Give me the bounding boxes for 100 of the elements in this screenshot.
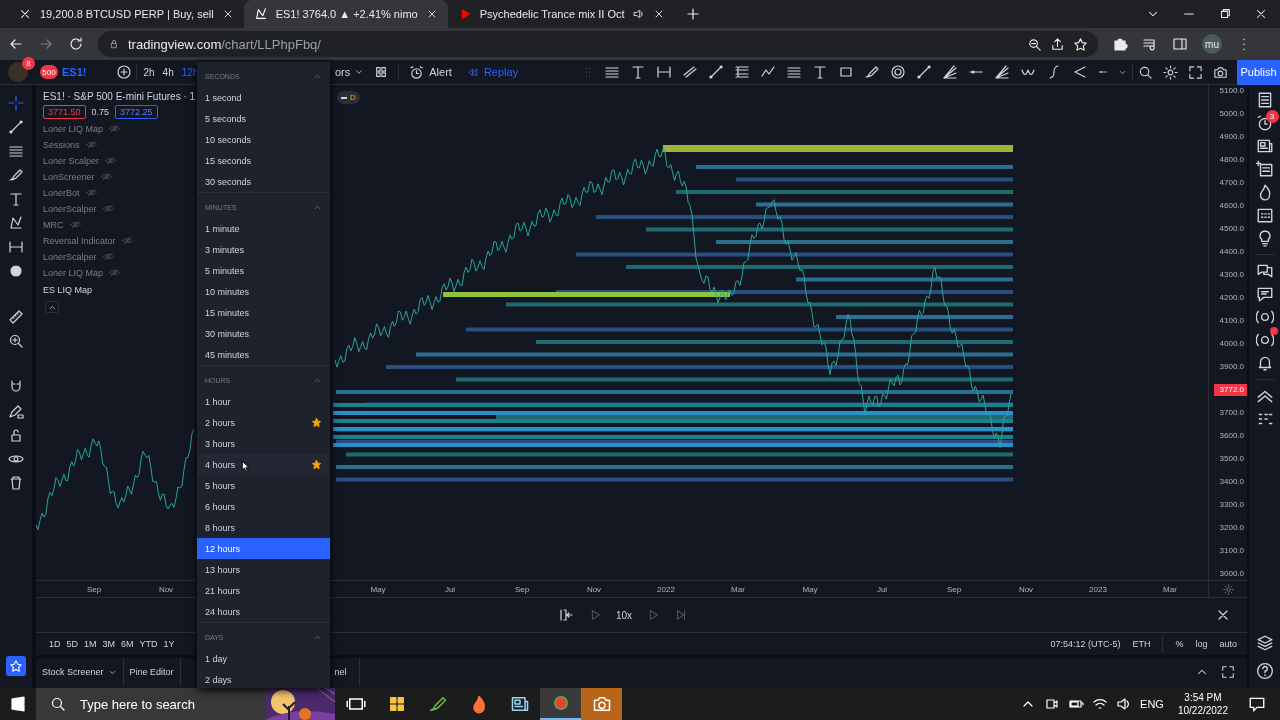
price-label: 4600.0 bbox=[1219, 200, 1245, 212]
price-label: 4500.0 bbox=[1219, 223, 1245, 235]
indicator-name[interactable]: Loner LIQ Map bbox=[43, 267, 104, 278]
time-label: Sep bbox=[945, 584, 963, 594]
menu-item[interactable]: 12 hours bbox=[197, 538, 330, 559]
price-label: 4200.0 bbox=[1219, 292, 1245, 304]
indicator-name[interactable]: MRC bbox=[43, 219, 64, 230]
spread-value: 0.75 bbox=[91, 107, 110, 117]
badge-letter: D bbox=[350, 93, 356, 102]
range-button[interactable]: 5D bbox=[63, 639, 82, 649]
session-button[interactable]: ETH bbox=[1132, 639, 1151, 649]
indicator-name[interactable]: LonerScalper bbox=[43, 203, 97, 214]
menu-item[interactable]: 1 day bbox=[197, 648, 330, 669]
interval-button[interactable]: 2h bbox=[141, 66, 157, 78]
menu-item[interactable]: 2 hours bbox=[197, 412, 330, 433]
sell-price[interactable]: 3771.50 bbox=[43, 105, 86, 119]
menu-item[interactable]: 3 minutes bbox=[197, 239, 330, 260]
indicator-name[interactable]: ES LIQ Map bbox=[43, 285, 93, 295]
menu-item[interactable]: 13 hours bbox=[197, 559, 330, 580]
range-button[interactable]: YTD bbox=[136, 639, 161, 649]
range-button[interactable]: 3M bbox=[99, 639, 119, 649]
clock-date[interactable]: 10/22/2022 bbox=[1177, 704, 1228, 717]
indicators-button[interactable]: ors bbox=[330, 66, 355, 78]
price-label: 3500.0 bbox=[1219, 453, 1245, 465]
menu-item[interactable]: 15 seconds bbox=[197, 150, 330, 171]
interval-button[interactable]: 4h bbox=[160, 66, 176, 78]
indicator-name[interactable]: Loner LIQ Map bbox=[43, 123, 104, 134]
time-label: May bbox=[801, 584, 819, 594]
price-label: 4400.0 bbox=[1219, 246, 1245, 258]
menu-item[interactable]: 3 hours bbox=[197, 433, 330, 454]
log-button[interactable]: log bbox=[1195, 639, 1208, 649]
menu-item[interactable]: 5 hours bbox=[197, 475, 330, 496]
browser-tab[interactable]: ES1! 3764.0 ▲ +2.41% nimo bbox=[243, 0, 448, 28]
indicator-name[interactable]: Loner Scalper bbox=[43, 155, 100, 166]
menu-item[interactable]: 15 minutes bbox=[197, 302, 330, 323]
range-button[interactable]: 1D bbox=[46, 639, 64, 649]
price-label: 3300.0 bbox=[1219, 499, 1245, 511]
indicator-name[interactable]: LonerBot bbox=[43, 187, 80, 198]
tab-title: 19,200.8 BTCUSD PERP | Buy, sell bbox=[40, 8, 214, 20]
menu-item[interactable]: 4 hours bbox=[197, 454, 330, 475]
current-price-label: 3772.0 bbox=[1214, 384, 1247, 396]
price-label: 3200.0 bbox=[1219, 522, 1245, 534]
time-label: Nov bbox=[585, 584, 603, 594]
address-field[interactable]: tradingview.com/chart/LLPhpFbq/ bbox=[98, 31, 1098, 57]
clock-text[interactable]: 07:54:12 (UTC-5) bbox=[1050, 639, 1121, 649]
percent-button[interactable]: % bbox=[1175, 639, 1184, 649]
time-label: Jul bbox=[443, 584, 457, 594]
tab-title: ES1! 3764.0 ▲ +2.41% nimo bbox=[275, 8, 418, 20]
time-label: Sep bbox=[85, 584, 103, 594]
menu-item[interactable]: 1 second bbox=[197, 87, 330, 108]
price-label: 5100.0 bbox=[1219, 85, 1245, 97]
range-button[interactable]: 1M bbox=[81, 639, 100, 649]
menu-item[interactable]: 5 seconds bbox=[197, 108, 330, 129]
time-label: Mar bbox=[1162, 584, 1178, 594]
auto-button[interactable]: auto bbox=[1219, 639, 1237, 649]
buy-price[interactable]: 3772.25 bbox=[115, 105, 158, 119]
menu-item[interactable]: 30 seconds bbox=[197, 171, 330, 192]
indicator-name[interactable]: LonerScalper bbox=[43, 251, 97, 262]
url-host: tradingview.com bbox=[128, 36, 222, 52]
clock-time[interactable]: 3:54 PM bbox=[1184, 691, 1222, 704]
panel-tab[interactable]: Pine Editor bbox=[123, 658, 181, 686]
symbol-title: ES1! · S&P 500 E-mini Futures · 1 bbox=[43, 91, 196, 102]
profile-avatar[interactable]: mu bbox=[1202, 34, 1222, 54]
time-label: 2022 bbox=[656, 584, 676, 594]
speed-button[interactable]: 10x bbox=[616, 609, 633, 621]
price-label: 3400.0 bbox=[1219, 476, 1245, 488]
menu-item[interactable]: 1 minute bbox=[197, 218, 330, 239]
menu-item[interactable]: 10 seconds bbox=[197, 129, 330, 150]
symbol-logo: 500 bbox=[40, 65, 58, 79]
search-field[interactable]: Type here to search bbox=[76, 688, 265, 720]
menu-item[interactable]: 2 days bbox=[197, 669, 330, 688]
menu-item[interactable]: 45 minutes bbox=[197, 344, 330, 365]
menu-item[interactable]: 6 hours bbox=[197, 496, 330, 517]
menu-item[interactable]: 8 hours bbox=[197, 517, 330, 538]
menu-item[interactable]: 5 minutes bbox=[197, 260, 330, 281]
menu-item[interactable]: 1 hour bbox=[197, 391, 330, 412]
time-label: 2023 bbox=[1088, 584, 1108, 594]
replay-button[interactable]: Replay bbox=[461, 65, 523, 79]
time-label: Sep bbox=[513, 584, 531, 594]
indicator-name[interactable]: LonScreener bbox=[43, 171, 95, 182]
time-label: Jul bbox=[875, 584, 889, 594]
alert-button[interactable]: Alert bbox=[405, 64, 456, 80]
menu-item[interactable]: 30 minutes bbox=[197, 323, 330, 344]
menu-item[interactable]: 24 hours bbox=[197, 601, 330, 622]
indicator-name[interactable]: Reversal Indicator bbox=[43, 235, 116, 246]
browser-tab[interactable]: Psychedelic Trance mix II Oct bbox=[447, 0, 675, 28]
language-indicator[interactable]: ENG bbox=[1140, 698, 1164, 710]
symbol-name[interactable]: ES1! bbox=[62, 66, 87, 78]
notification-badge: 3 bbox=[1265, 110, 1279, 123]
menu-item[interactable]: 10 minutes bbox=[197, 281, 330, 302]
indicator-name[interactable]: Sessions bbox=[43, 139, 80, 150]
range-button[interactable]: 6M bbox=[118, 639, 137, 649]
tab-title: Psychedelic Trance mix II Oct bbox=[479, 8, 625, 20]
price-label: 4300.0 bbox=[1219, 269, 1245, 281]
publish-button[interactable]: Publish bbox=[1237, 59, 1280, 85]
browser-tab[interactable]: 19,200.8 BTCUSD PERP | Buy, sell bbox=[8, 0, 244, 28]
panel-tab[interactable]: Stock Screener bbox=[36, 658, 124, 686]
menu-item[interactable]: 21 hours bbox=[197, 580, 330, 601]
range-button[interactable]: 1Y bbox=[160, 639, 178, 649]
price-label: 3900.0 bbox=[1219, 361, 1245, 373]
